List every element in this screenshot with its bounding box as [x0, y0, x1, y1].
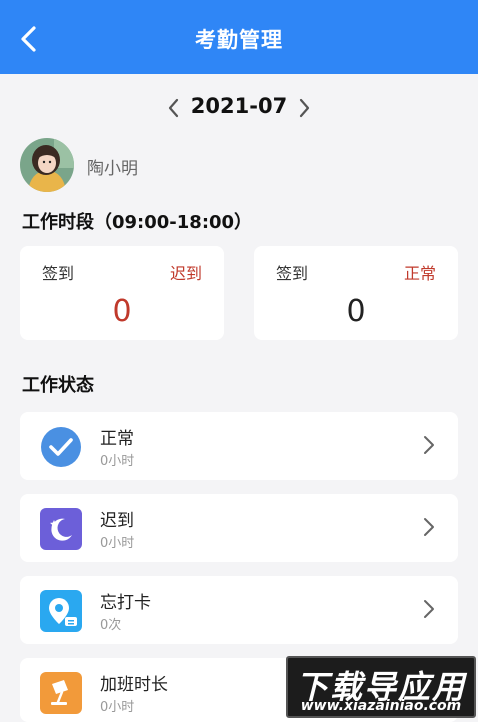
watermark: 下载导应用 www.xiazainiao.com — [286, 656, 476, 718]
avatar[interactable] — [20, 138, 74, 192]
status-item-normal[interactable]: 正常 0小时 — [20, 412, 458, 480]
status-value: 0小时 — [100, 536, 135, 551]
card-label: 签到 — [42, 264, 75, 283]
month-label: 2021-07 — [190, 94, 288, 118]
card-status: 正常 — [403, 264, 436, 283]
status-item-missed-punch[interactable]: 忘打卡 0次 — [20, 576, 458, 644]
status-value: 0小时 — [100, 700, 135, 715]
card-value: 0 — [346, 294, 366, 329]
status-label: 加班时长 — [100, 675, 168, 695]
status-value: 0次 — [100, 618, 122, 633]
page-title: 考勤管理 — [195, 28, 283, 52]
card-value: 0 — [112, 294, 132, 329]
moon-icon — [40, 508, 82, 550]
card-label: 签到 — [276, 264, 309, 283]
work-status-title: 工作状态 — [22, 375, 94, 396]
status-label: 迟到 — [100, 511, 134, 531]
chevron-right-icon — [424, 518, 434, 536]
late-checkin-card[interactable]: 签到 迟到 0 — [20, 246, 224, 340]
chevron-right-icon — [299, 98, 310, 118]
chevron-right-icon — [424, 436, 434, 454]
location-pin-icon — [40, 590, 82, 632]
status-label: 忘打卡 — [100, 593, 151, 613]
app-header: 考勤管理 — [0, 0, 478, 74]
user-name: 陶小明 — [87, 159, 138, 179]
normal-checkin-card[interactable]: 签到 正常 0 — [254, 246, 458, 340]
status-label: 正常 — [100, 429, 134, 449]
lamp-icon — [40, 672, 82, 714]
card-status: 迟到 — [169, 264, 202, 283]
check-circle-icon — [40, 426, 82, 468]
month-selector: 2021-07 — [0, 92, 478, 124]
status-value: 0小时 — [100, 454, 135, 469]
watermark-url: www.xiazainiao.com — [300, 698, 462, 714]
chevron-right-icon — [424, 600, 434, 618]
next-month-button[interactable] — [294, 96, 314, 120]
work-period-title: 工作时段（09:00-18:00） — [22, 212, 253, 233]
status-item-late[interactable]: 迟到 0小时 — [20, 494, 458, 562]
